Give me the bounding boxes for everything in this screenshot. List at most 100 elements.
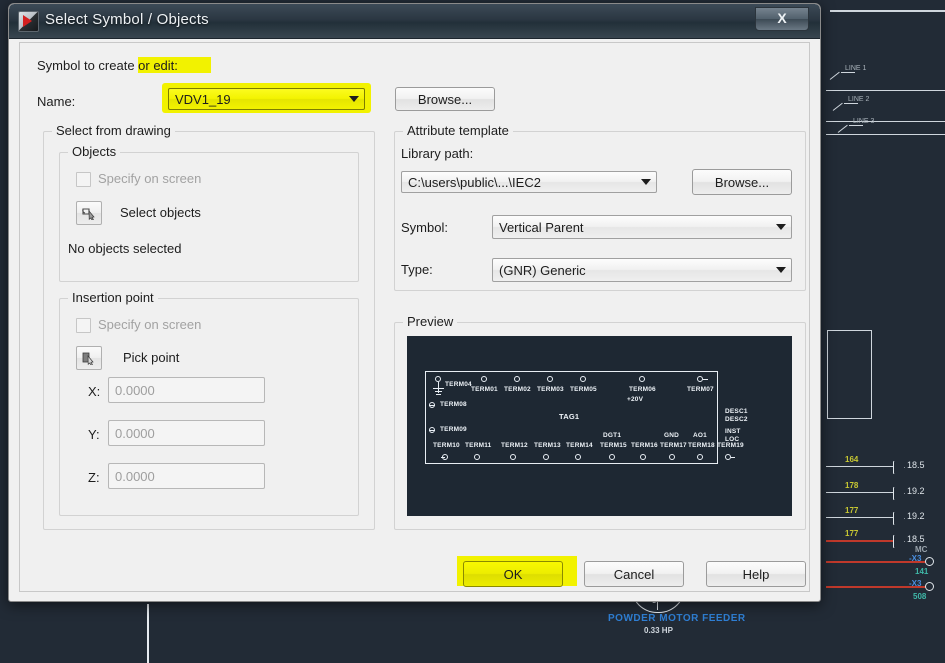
select-objects-glyph xyxy=(81,206,97,220)
x-input[interactable]: 0.0000 xyxy=(108,377,265,403)
specify-on-screen-insertion-checkbox[interactable] xyxy=(76,318,91,333)
cad-wire-line xyxy=(826,492,894,493)
symbol-terminal-circle xyxy=(474,454,480,460)
ok-button[interactable]: OK xyxy=(463,561,563,587)
preview-canvas: TERM04 TERM08 TERM09 TERM01 TERM02 TERM0… xyxy=(407,336,792,516)
symbol-ground-bar xyxy=(433,388,444,389)
source-arrow-icon xyxy=(893,512,905,525)
close-icon[interactable]: X xyxy=(755,7,809,31)
source-arrow-icon xyxy=(893,535,905,548)
symbol-ground-bar xyxy=(435,391,442,392)
name-combobox[interactable]: VDV1_19 xyxy=(168,88,365,110)
symbol-terminal-label: TERM05 xyxy=(570,386,597,393)
wire-number: 164 xyxy=(845,455,858,464)
type-combobox[interactable]: (GNR) Generic xyxy=(492,258,792,282)
cad-box-edge xyxy=(827,418,872,419)
cad-rail xyxy=(830,10,945,12)
symbol-terminal-label: TERM06 xyxy=(629,386,656,393)
dialog-titlebar[interactable]: Select Symbol / Objects X xyxy=(9,4,820,39)
library-path-combobox[interactable]: C:\users\public\...\IEC2 xyxy=(401,171,657,193)
terminal-tag: -X3 xyxy=(909,579,921,588)
terminal-top-label: MC xyxy=(915,545,927,554)
symbol-terminal-label: TERM08 xyxy=(440,401,467,408)
z-label: Z: xyxy=(88,470,100,485)
symbol-terminal-circle xyxy=(543,454,549,460)
symbol-desc-label: DESC2 xyxy=(725,416,748,423)
cad-box-edge xyxy=(827,330,872,331)
symbol-terminal-label: TERM03 xyxy=(537,386,564,393)
symbol-terminal-circle xyxy=(575,454,581,460)
symbol-terminal-lead xyxy=(731,457,735,458)
symbol-terminal-circle xyxy=(481,376,487,382)
symbol-terminal-sublabel: AO1 xyxy=(693,432,707,439)
chevron-down-icon[interactable] xyxy=(636,179,656,185)
autocad-icon xyxy=(18,11,39,32)
symbol-terminal-label: TERM07 xyxy=(687,386,714,393)
symbol-terminal-lead xyxy=(703,379,708,380)
symbol-to-create-prefix: Symbol to create xyxy=(37,58,138,73)
symbol-terminal-sublabel: GND xyxy=(664,432,679,439)
pick-point-icon[interactable] xyxy=(76,346,102,370)
motor-rating: 0.33 HP xyxy=(644,626,673,635)
browse-library-button[interactable]: Browse... xyxy=(692,169,792,195)
symbol-terminal-label: TERM17 xyxy=(660,442,687,449)
symbol-tag-label: TAG1 xyxy=(559,412,579,421)
x-label: X: xyxy=(88,384,100,399)
specify-on-screen-objects-checkbox[interactable] xyxy=(76,172,91,187)
library-path-label: Library path: xyxy=(401,146,473,161)
select-symbol-objects-dialog[interactable]: Select Symbol / Objects X Symbol to crea… xyxy=(8,3,821,602)
terminal-tag: -X3 xyxy=(909,554,921,563)
symbol-terminal-sublabel: +20V xyxy=(627,396,643,403)
symbol-terminal-label: TERM11 xyxy=(465,442,492,449)
source-arrow-icon xyxy=(893,461,905,474)
name-value: VDV1_19 xyxy=(169,92,344,107)
symbol-terminal-label: TERM19 xyxy=(717,442,744,449)
wire-number: 178 xyxy=(845,481,858,490)
cad-rail xyxy=(826,121,945,122)
symbol-to-create-label: Symbol to create or edit: xyxy=(37,58,178,73)
cad-leader xyxy=(830,72,840,80)
cad-ref-label: LINE 1 xyxy=(845,65,866,72)
help-button[interactable]: Help xyxy=(706,561,806,587)
chevron-down-icon[interactable] xyxy=(771,224,791,230)
objects-status-label: No objects selected xyxy=(68,241,181,256)
symbol-terminal-label: TERM15 xyxy=(600,442,627,449)
specify-on-screen-insertion-label: Specify on screen xyxy=(98,317,201,332)
objects-group-label: Objects xyxy=(68,144,120,159)
symbol-combobox[interactable]: Vertical Parent xyxy=(492,215,792,239)
browse-name-button[interactable]: Browse... xyxy=(395,87,495,111)
sheet-ref: 18.5 xyxy=(907,460,925,470)
name-label: Name: xyxy=(37,94,75,109)
sheet-ref: 18.5 xyxy=(907,534,925,544)
symbol-terminal-label: TERM14 xyxy=(566,442,593,449)
pick-point-label[interactable]: Pick point xyxy=(123,350,179,365)
symbol-terminal-lead xyxy=(429,405,435,406)
select-objects-icon[interactable] xyxy=(76,201,102,225)
select-objects-label[interactable]: Select objects xyxy=(120,205,201,220)
symbol-terminal-label: TERM16 xyxy=(631,442,658,449)
symbol-terminal-circle xyxy=(609,454,615,460)
terminal-circle xyxy=(925,557,934,566)
specify-on-screen-objects-label: Specify on screen xyxy=(98,171,201,186)
source-arrow-icon xyxy=(893,487,905,500)
terminal-bottom-label: 141 xyxy=(915,567,928,576)
type-value: (GNR) Generic xyxy=(493,263,771,278)
wire-number: 177 xyxy=(845,506,858,515)
chevron-down-icon[interactable] xyxy=(771,267,791,273)
library-path-value: C:\users\public\...\IEC2 xyxy=(402,175,636,190)
terminal-circle xyxy=(925,582,934,591)
y-input[interactable]: 0.0000 xyxy=(108,420,265,446)
terminal-bottom-label: 508 xyxy=(913,592,926,601)
cancel-button[interactable]: Cancel xyxy=(584,561,684,587)
z-input[interactable]: 0.0000 xyxy=(108,463,265,489)
wire-number: 177 xyxy=(845,529,858,538)
cad-wire-line xyxy=(826,517,894,518)
symbol-terminal-sublabel: DGT1 xyxy=(603,432,621,439)
symbol-desc-label: DESC1 xyxy=(725,408,748,415)
symbol-ground-bar xyxy=(436,394,441,395)
symbol-terminal-circle xyxy=(510,454,516,460)
cad-rail xyxy=(826,90,945,91)
chevron-down-icon[interactable] xyxy=(344,96,364,102)
cad-wire-line xyxy=(826,466,894,467)
symbol-to-create-highlight: or edit: xyxy=(138,58,178,73)
